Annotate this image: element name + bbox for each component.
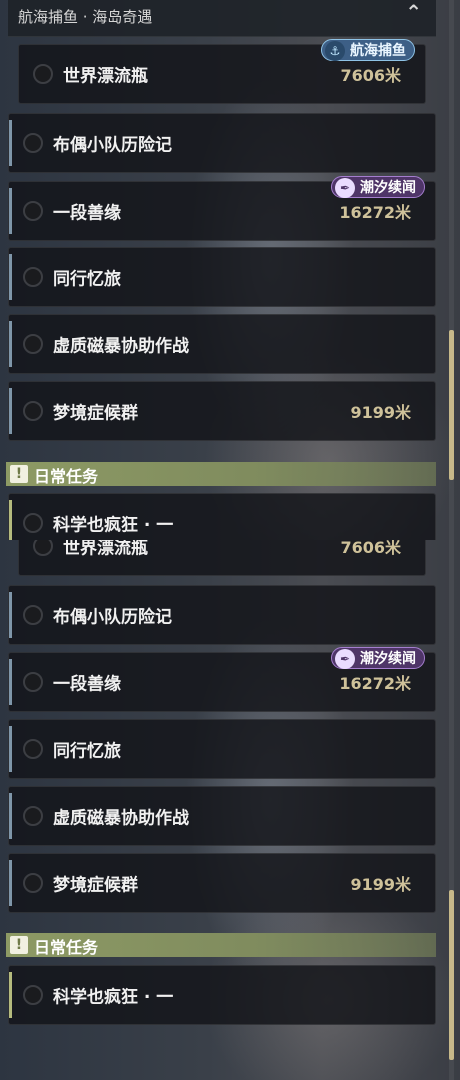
quest-accent-bar (9, 972, 12, 1018)
tide-story-tag: ✒ 潮汐续闻 (331, 647, 425, 669)
scrollbar-thumb[interactable] (449, 890, 454, 1060)
daily-quests-section-header: ! 日常任务 (6, 462, 436, 486)
daily-quests-section-header: ! 日常任务 (6, 933, 436, 957)
quest-distance: 7606米 (340, 66, 401, 85)
feather-icon: ✒ (335, 649, 355, 669)
quest-accent-bar (9, 793, 12, 839)
quest-label: 同行忆旅 (53, 741, 121, 762)
quest-distance: 7606米 (340, 540, 401, 557)
quest-status-circle (23, 401, 43, 421)
quest-label: 布偶小队历险记 (53, 607, 172, 628)
quest-label: 一段善缘 (53, 674, 121, 695)
quest-label: 梦境症候群 (53, 403, 138, 424)
quest-status-circle (23, 605, 43, 625)
quest-accent-bar (9, 860, 12, 906)
quest-row-world-bottle[interactable]: 世界漂流瓶 7606米 (18, 540, 426, 576)
quest-label: 科学也疯狂 · 一 (53, 987, 174, 1008)
quest-row-world-bottle[interactable]: 世界漂流瓶 7606米 ⚓ 航海捕鱼 (18, 39, 426, 104)
quest-row[interactable]: 一段善缘 16272米 ✒ 潮汐续闻 (8, 647, 436, 712)
quest-status-circle (23, 672, 43, 692)
quest-label: 同行忆旅 (53, 269, 121, 290)
quest-row-daily[interactable]: 科学也疯狂 · 一 (8, 965, 436, 1025)
tag-label: 潮汐续闻 (360, 651, 416, 667)
quest-status-circle (23, 267, 43, 287)
quest-accent-bar (9, 500, 12, 540)
quest-row[interactable]: 布偶小队历险记 (8, 113, 436, 173)
quest-row[interactable]: 同行忆旅 (8, 247, 436, 307)
quest-status-circle (23, 334, 43, 354)
quest-status-circle (23, 133, 43, 153)
quest-accent-bar (9, 659, 12, 705)
quest-status-circle (33, 540, 53, 556)
quest-row[interactable]: 梦境症候群 9199米 (8, 381, 436, 441)
sea-fishing-tag: ⚓ 航海捕鱼 (321, 39, 415, 61)
quest-row[interactable]: 布偶小队历险记 (8, 585, 436, 645)
quest-accent-bar (9, 254, 12, 300)
scrollbar-thumb[interactable] (449, 330, 454, 480)
alert-icon: ! (10, 465, 28, 483)
quest-distance: 16272米 (339, 203, 411, 222)
anchor-icon: ⚓ (325, 41, 345, 61)
quest-distance: 9199米 (350, 403, 411, 422)
quest-accent-bar (9, 321, 12, 367)
quest-accent-bar (9, 188, 12, 234)
quest-row[interactable]: 一段善缘 16272米 ✒ 潮汐续闻 (8, 176, 436, 241)
quest-status-circle (23, 985, 43, 1005)
quest-row[interactable]: 虚质磁暴协助作战 (8, 314, 436, 374)
tide-story-tag: ✒ 潮汐续闻 (331, 176, 425, 198)
quest-status-circle (23, 873, 43, 893)
quest-panel-bottom: 世界漂流瓶 7606米 布偶小队历险记 一段善缘 16272米 ✒ 潮汐续闻 同… (0, 540, 460, 1080)
quest-label: 科学也疯狂 · 一 (53, 515, 174, 536)
quest-label: 世界漂流瓶 (63, 66, 148, 87)
quest-label: 布偶小队历险记 (53, 135, 172, 156)
quest-status-circle (23, 513, 43, 533)
quest-status-circle (23, 806, 43, 826)
quest-accent-bar (9, 120, 12, 166)
quest-accent-bar (9, 592, 12, 638)
section-title: 日常任务 (34, 938, 99, 957)
quest-row[interactable]: 同行忆旅 (8, 719, 436, 779)
quest-panel-top: 航海捕鱼 · 海岛奇遇 ⌃ 世界漂流瓶 7606米 ⚓ 航海捕鱼 布偶小队历险记… (0, 0, 460, 540)
quest-label: 一段善缘 (53, 203, 121, 224)
chevron-up-icon[interactable]: ⌃ (405, 0, 422, 24)
quest-label: 世界漂流瓶 (63, 540, 148, 559)
feather-icon: ✒ (335, 178, 355, 198)
quest-label: 虚质磁暴协助作战 (53, 336, 189, 357)
quest-accent-bar (9, 726, 12, 772)
quest-group-subtitle: 航海捕鱼 · 海岛奇遇 (18, 8, 153, 26)
quest-label: 虚质磁暴协助作战 (53, 808, 189, 829)
section-title: 日常任务 (34, 467, 99, 486)
quest-distance: 9199米 (350, 875, 411, 894)
alert-icon: ! (10, 936, 28, 954)
tag-label: 潮汐续闻 (360, 180, 416, 196)
quest-distance: 16272米 (339, 674, 411, 693)
quest-label: 梦境症候群 (53, 875, 138, 896)
tag-label: 航海捕鱼 (350, 43, 406, 59)
quest-status-circle (23, 739, 43, 759)
quest-accent-bar (9, 388, 12, 434)
quest-group-header[interactable]: 航海捕鱼 · 海岛奇遇 ⌃ (8, 0, 436, 37)
quest-status-circle (23, 201, 43, 221)
quest-row[interactable]: 虚质磁暴协助作战 (8, 786, 436, 846)
quest-row-daily[interactable]: 科学也疯狂 · 一 (8, 493, 436, 540)
quest-status-circle (33, 64, 53, 84)
quest-row[interactable]: 梦境症候群 9199米 (8, 853, 436, 913)
